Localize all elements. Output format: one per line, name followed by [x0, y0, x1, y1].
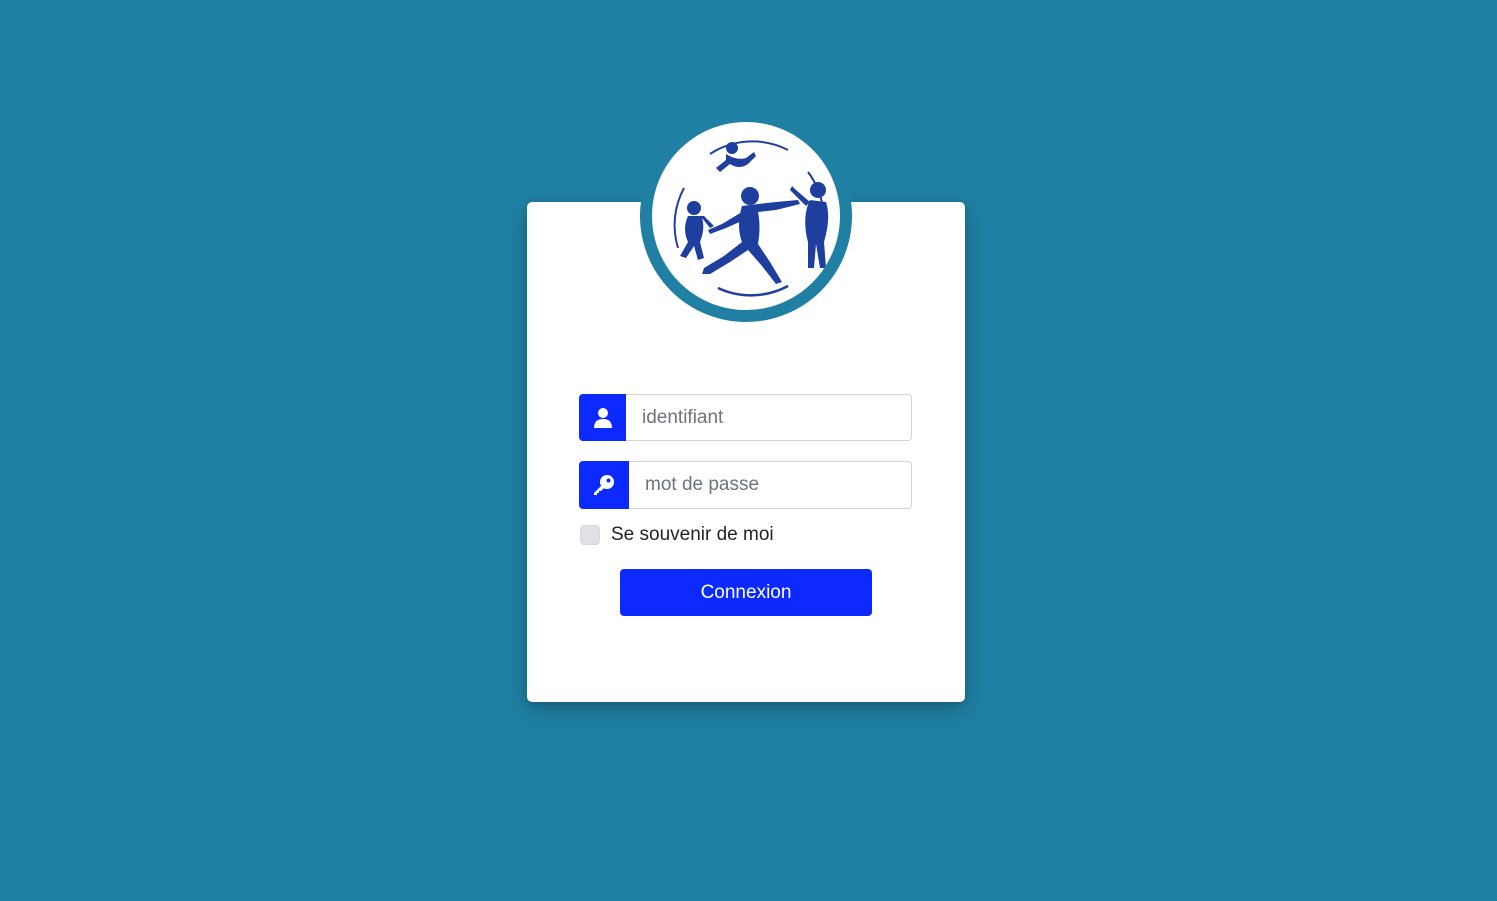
user-icon	[593, 407, 612, 428]
logo-circle	[652, 122, 840, 310]
login-button[interactable]: Connexion	[620, 569, 872, 616]
password-field	[579, 461, 912, 509]
remember-checkbox[interactable]	[580, 525, 600, 545]
username-field	[579, 394, 912, 441]
username-input[interactable]	[626, 394, 912, 441]
password-input[interactable]	[629, 461, 912, 509]
family-logo-icon	[673, 140, 829, 297]
key-icon	[594, 475, 614, 495]
password-addon	[579, 461, 629, 509]
username-addon	[579, 394, 626, 441]
login-page: { "login": { "username_placeholder": "id…	[0, 0, 1497, 901]
logo-ring	[640, 110, 852, 322]
remember-label: Se souvenir de moi	[611, 524, 774, 545]
remember-me[interactable]: Se souvenir de moi	[580, 524, 774, 546]
